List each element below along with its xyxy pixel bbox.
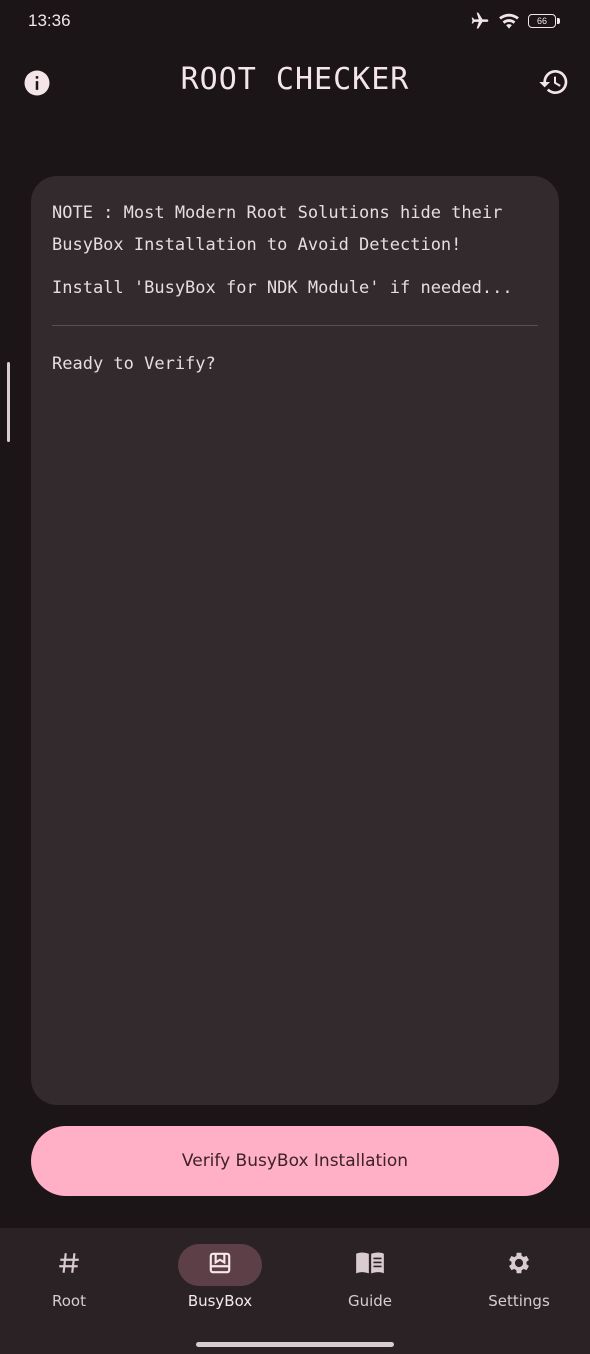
card-divider: [52, 325, 538, 326]
nav-pill-root: [27, 1244, 111, 1286]
home-indicator[interactable]: [196, 1342, 394, 1347]
status-bar: 13:36 66: [0, 0, 590, 44]
screen: 13:36 66 ROOT CHECKER NOTE: Most Modern…: [0, 0, 590, 1354]
nav-label-settings: Settings: [488, 1292, 550, 1310]
nav-item-busybox[interactable]: BusyBox: [146, 1228, 294, 1328]
nav-pill-busybox: [178, 1244, 262, 1286]
nav-label-guide: Guide: [347, 1292, 393, 1310]
status-icons: 66: [470, 11, 560, 31]
hash-icon: [56, 1250, 82, 1280]
wifi-icon: [498, 12, 520, 30]
nav-label-root: Root: [52, 1292, 86, 1310]
nav-pill-settings: [477, 1244, 561, 1286]
book-open-icon: [355, 1250, 385, 1280]
nav-pill-guide: [328, 1244, 412, 1286]
install-hint: Install 'BusyBox for NDK Module' if need…: [52, 278, 513, 298]
verify-busybox-button[interactable]: Verify BusyBox Installation: [31, 1126, 559, 1196]
app-bar: ROOT CHECKER: [0, 44, 590, 120]
result-card: NOTE : Most Modern Root Solutions hide t…: [31, 176, 559, 1105]
battery-level: 66: [536, 16, 547, 26]
status-text: Ready to Verify?: [52, 354, 216, 374]
scroll-indicator[interactable]: [7, 362, 10, 442]
page-title: ROOT CHECKER: [180, 62, 410, 97]
battery-icon: 66: [528, 13, 560, 29]
status-time: 13:36: [28, 11, 71, 30]
nav-item-root[interactable]: Root: [0, 1228, 143, 1328]
airplane-icon: [470, 11, 490, 31]
nav-item-guide[interactable]: Guide: [296, 1228, 444, 1328]
history-icon: [538, 70, 570, 102]
bookmark-box-icon: [207, 1250, 233, 1280]
verify-button-label: Verify BusyBox Installation: [181, 1151, 409, 1171]
history-button[interactable]: [538, 66, 570, 98]
note-text: NOTE : Most Modern Root Solutions hide t…: [52, 203, 503, 255]
nav-label-busybox: BusyBox: [187, 1292, 253, 1310]
nav-item-settings[interactable]: Settings: [445, 1228, 590, 1328]
gear-icon: [505, 1249, 533, 1281]
bottom-nav: Root BusyBox Guide Settings: [0, 1228, 590, 1354]
